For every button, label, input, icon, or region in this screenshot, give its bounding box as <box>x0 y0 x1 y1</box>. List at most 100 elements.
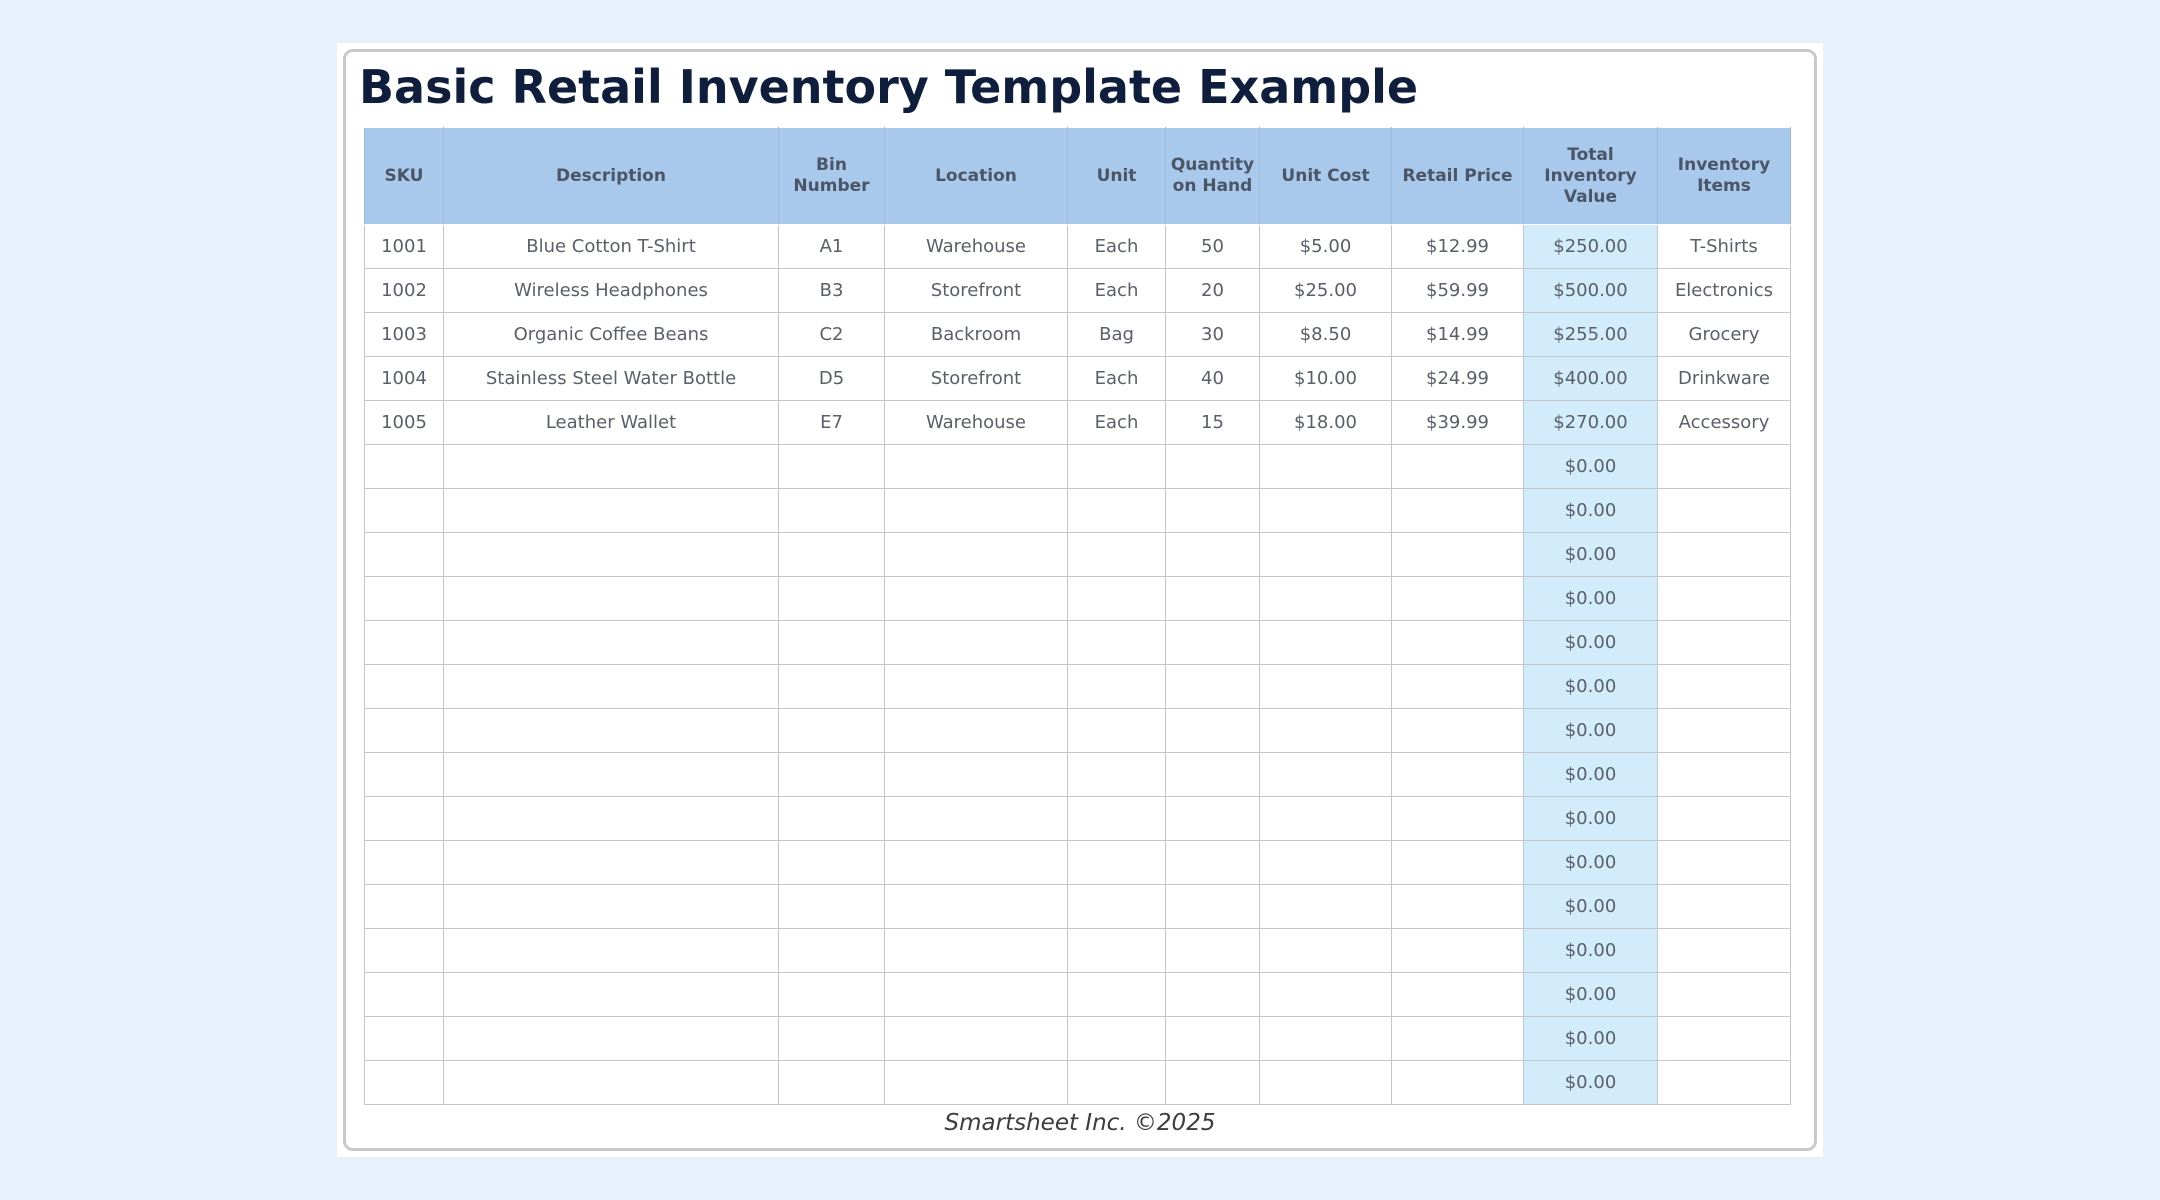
cell-bin-number[interactable] <box>778 576 885 621</box>
cell-unit[interactable] <box>1067 884 1166 929</box>
cell-description[interactable]: Blue Cotton T-Shirt <box>443 224 779 269</box>
cell-location[interactable]: Storefront <box>884 356 1068 401</box>
cell-retail-price[interactable] <box>1391 444 1524 489</box>
cell-location[interactable]: Backroom <box>884 312 1068 357</box>
cell-unit-cost[interactable]: $18.00 <box>1259 400 1392 445</box>
cell-retail-price[interactable] <box>1391 708 1524 753</box>
cell-sku[interactable] <box>364 532 444 577</box>
cell-total-inventory-value[interactable]: $250.00 <box>1523 224 1658 269</box>
cell-location[interactable] <box>884 532 1068 577</box>
cell-retail-price[interactable] <box>1391 884 1524 929</box>
cell-unit[interactable] <box>1067 444 1166 489</box>
cell-unit[interactable]: Each <box>1067 356 1166 401</box>
cell-unit-cost[interactable] <box>1259 488 1392 533</box>
cell-unit[interactable] <box>1067 488 1166 533</box>
cell-retail-price[interactable] <box>1391 1016 1524 1061</box>
cell-unit[interactable] <box>1067 664 1166 709</box>
cell-bin-number[interactable] <box>778 532 885 577</box>
cell-location[interactable]: Warehouse <box>884 400 1068 445</box>
cell-unit[interactable] <box>1067 840 1166 885</box>
cell-retail-price[interactable]: $12.99 <box>1391 224 1524 269</box>
cell-description[interactable] <box>443 752 779 797</box>
cell-unit[interactable]: Bag <box>1067 312 1166 357</box>
cell-description[interactable] <box>443 664 779 709</box>
cell-unit-cost[interactable] <box>1259 884 1392 929</box>
cell-description[interactable]: Wireless Headphones <box>443 268 779 313</box>
cell-unit[interactable] <box>1067 752 1166 797</box>
column-header-retail-price[interactable]: Retail Price <box>1391 127 1524 225</box>
cell-unit-cost[interactable] <box>1259 752 1392 797</box>
cell-total-inventory-value[interactable]: $255.00 <box>1523 312 1658 357</box>
cell-bin-number[interactable] <box>778 884 885 929</box>
cell-quantity-on-hand[interactable] <box>1165 972 1260 1017</box>
cell-inventory-items[interactable] <box>1657 928 1791 973</box>
cell-description[interactable] <box>443 620 779 665</box>
cell-retail-price[interactable] <box>1391 488 1524 533</box>
cell-inventory-items[interactable]: Electronics <box>1657 268 1791 313</box>
cell-bin-number[interactable]: A1 <box>778 224 885 269</box>
cell-description[interactable] <box>443 1016 779 1061</box>
cell-unit-cost[interactable] <box>1259 1016 1392 1061</box>
cell-unit-cost[interactable]: $25.00 <box>1259 268 1392 313</box>
cell-unit-cost[interactable] <box>1259 664 1392 709</box>
cell-total-inventory-value[interactable]: $0.00 <box>1523 708 1658 753</box>
column-header-total-inventory-value[interactable]: Total Inventory Value <box>1523 127 1658 225</box>
cell-description[interactable]: Stainless Steel Water Bottle <box>443 356 779 401</box>
cell-retail-price[interactable] <box>1391 928 1524 973</box>
cell-total-inventory-value[interactable]: $400.00 <box>1523 356 1658 401</box>
cell-inventory-items[interactable] <box>1657 488 1791 533</box>
cell-description[interactable] <box>443 708 779 753</box>
cell-description[interactable]: Organic Coffee Beans <box>443 312 779 357</box>
cell-location[interactable] <box>884 620 1068 665</box>
cell-total-inventory-value[interactable]: $0.00 <box>1523 972 1658 1017</box>
cell-description[interactable]: Leather Wallet <box>443 400 779 445</box>
cell-retail-price[interactable] <box>1391 664 1524 709</box>
cell-sku[interactable] <box>364 884 444 929</box>
cell-sku[interactable] <box>364 840 444 885</box>
cell-total-inventory-value[interactable]: $0.00 <box>1523 620 1658 665</box>
cell-bin-number[interactable] <box>778 620 885 665</box>
cell-unit[interactable] <box>1067 1060 1166 1105</box>
cell-description[interactable] <box>443 576 779 621</box>
cell-total-inventory-value[interactable]: $0.00 <box>1523 1016 1658 1061</box>
cell-quantity-on-hand[interactable] <box>1165 576 1260 621</box>
cell-total-inventory-value[interactable]: $0.00 <box>1523 664 1658 709</box>
cell-sku[interactable] <box>364 664 444 709</box>
cell-location[interactable] <box>884 1016 1068 1061</box>
cell-unit-cost[interactable] <box>1259 576 1392 621</box>
cell-total-inventory-value[interactable]: $0.00 <box>1523 884 1658 929</box>
cell-bin-number[interactable] <box>778 664 885 709</box>
cell-retail-price[interactable] <box>1391 796 1524 841</box>
cell-unit-cost[interactable] <box>1259 796 1392 841</box>
column-header-inventory-items[interactable]: Inventory Items <box>1657 127 1791 225</box>
cell-inventory-items[interactable] <box>1657 532 1791 577</box>
cell-total-inventory-value[interactable]: $0.00 <box>1523 796 1658 841</box>
cell-quantity-on-hand[interactable] <box>1165 752 1260 797</box>
cell-retail-price[interactable]: $14.99 <box>1391 312 1524 357</box>
cell-bin-number[interactable] <box>778 1016 885 1061</box>
cell-description[interactable] <box>443 972 779 1017</box>
cell-description[interactable] <box>443 1060 779 1105</box>
cell-unit[interactable] <box>1067 708 1166 753</box>
cell-unit-cost[interactable]: $8.50 <box>1259 312 1392 357</box>
cell-quantity-on-hand[interactable] <box>1165 488 1260 533</box>
cell-inventory-items[interactable]: Accessory <box>1657 400 1791 445</box>
cell-quantity-on-hand[interactable]: 15 <box>1165 400 1260 445</box>
cell-retail-price[interactable] <box>1391 620 1524 665</box>
column-header-quantity-on-hand[interactable]: Quantity on Hand <box>1165 127 1260 225</box>
cell-inventory-items[interactable] <box>1657 1016 1791 1061</box>
cell-quantity-on-hand[interactable] <box>1165 884 1260 929</box>
cell-description[interactable] <box>443 840 779 885</box>
cell-location[interactable] <box>884 1060 1068 1105</box>
cell-inventory-items[interactable] <box>1657 1060 1791 1105</box>
cell-location[interactable] <box>884 796 1068 841</box>
cell-quantity-on-hand[interactable] <box>1165 620 1260 665</box>
cell-quantity-on-hand[interactable] <box>1165 840 1260 885</box>
cell-unit[interactable]: Each <box>1067 400 1166 445</box>
cell-unit-cost[interactable] <box>1259 444 1392 489</box>
cell-location[interactable]: Warehouse <box>884 224 1068 269</box>
cell-bin-number[interactable]: B3 <box>778 268 885 313</box>
cell-unit[interactable]: Each <box>1067 268 1166 313</box>
cell-location[interactable] <box>884 972 1068 1017</box>
cell-bin-number[interactable]: D5 <box>778 356 885 401</box>
